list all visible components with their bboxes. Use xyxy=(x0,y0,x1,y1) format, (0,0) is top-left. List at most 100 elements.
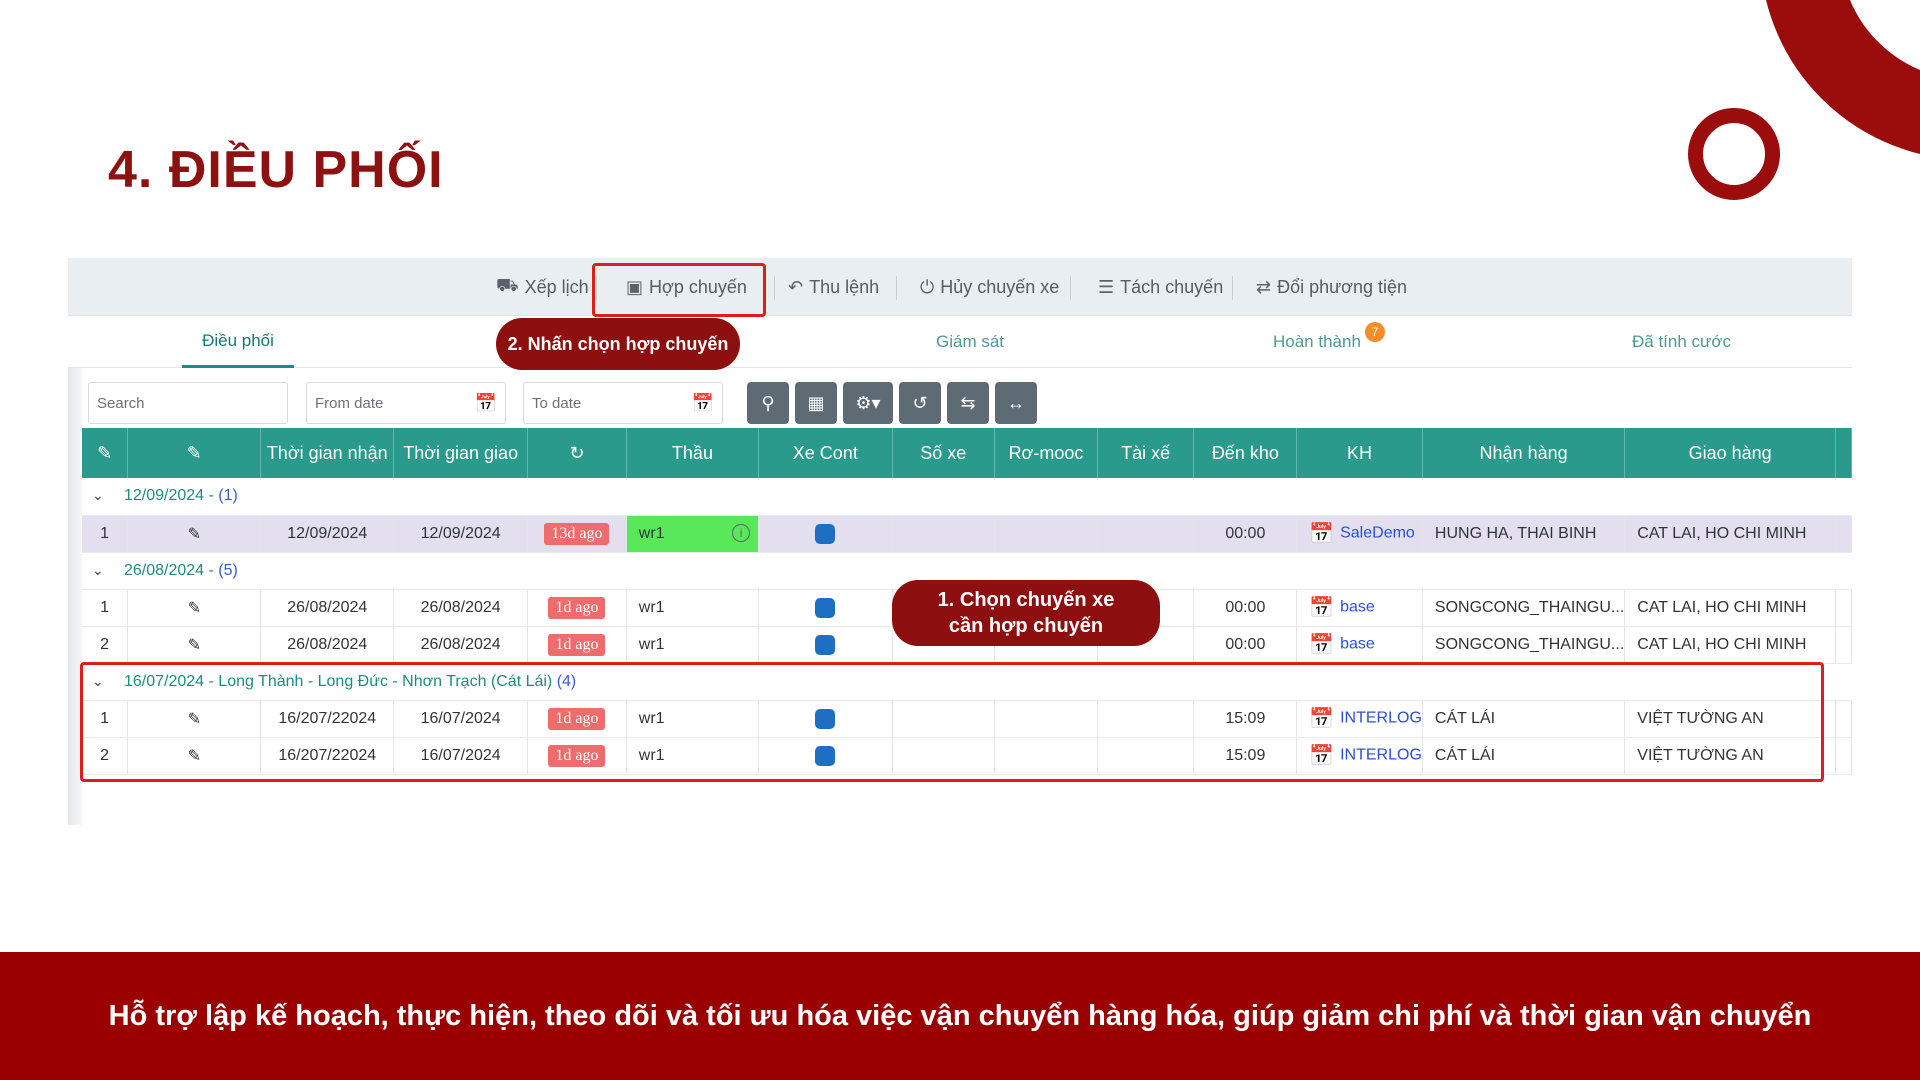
decorative-arc xyxy=(1760,0,1920,160)
undo-icon: ↺ xyxy=(912,392,928,413)
receive-time-link[interactable]: 12/09/2024 xyxy=(260,515,395,553)
edit-all-header[interactable]: ✎ xyxy=(82,428,129,478)
tab-da-tinh-cuoc[interactable]: Đã tính cước xyxy=(1632,316,1731,368)
selected-group-highlight xyxy=(80,662,1824,782)
cancel-trip-button[interactable]: ⏻ Hủy chuyến xe xyxy=(920,258,1059,316)
driver-cell[interactable] xyxy=(1097,515,1195,553)
trailer-cell[interactable] xyxy=(994,515,1098,553)
container-indicator xyxy=(815,523,836,544)
edit-row-button[interactable]: ✎ xyxy=(127,589,262,627)
to-date-input[interactable]: To date 📅 xyxy=(523,382,723,424)
customer-link[interactable]: base xyxy=(1340,599,1375,616)
group-label: 26/08/2024 - xyxy=(124,561,219,579)
edit-row-button[interactable]: ✎ xyxy=(127,515,262,553)
split-trip-button[interactable]: ☰ Tách chuyến xyxy=(1098,258,1223,316)
receive-time-link[interactable]: 26/08/2024 xyxy=(260,589,395,627)
column-header[interactable]: Giao hàng xyxy=(1624,428,1837,478)
contractor-cell[interactable]: wr1 i xyxy=(626,515,760,553)
collapse-button[interactable]: ↔ xyxy=(995,382,1037,424)
calendar-icon: 📅 xyxy=(474,392,497,413)
vehicle-no-cell[interactable] xyxy=(892,515,996,553)
search-icon: ⚲ xyxy=(761,392,775,413)
column-header[interactable]: Rơ-mooc xyxy=(994,428,1098,478)
undo-button[interactable]: ↺ xyxy=(899,382,941,424)
recall-order-label: Thu lệnh xyxy=(809,276,880,297)
contractor-cell[interactable]: wr1 xyxy=(626,589,760,627)
toolbar-divider xyxy=(774,276,775,300)
contractor-cell[interactable]: wr1 xyxy=(626,626,760,664)
delivery-time-link[interactable]: 26/08/2024 xyxy=(393,626,529,664)
car-icon: ⛟ xyxy=(496,275,519,295)
dropoff-cell: CAT LAI, HO CHI MINH xyxy=(1624,515,1837,553)
delivery-time-link[interactable]: 26/08/2024 xyxy=(393,589,529,627)
pickup-cell: SONGCONG_THAINGU... xyxy=(1422,626,1626,664)
column-header[interactable]: Đến kho xyxy=(1193,428,1298,478)
repeat-button[interactable]: ⇆ xyxy=(947,382,989,424)
search-button[interactable]: ⚲ xyxy=(747,382,789,424)
delivery-time-link[interactable]: 12/09/2024 xyxy=(393,515,529,553)
table-header-row: ✎ ✎ Thời gian nhận Thời gian giao ↻ Thầu… xyxy=(82,428,1852,478)
table-row[interactable]: 1 ✎ 12/09/2024 12/09/2024 13d ago wr1 i 0… xyxy=(82,515,1852,553)
settings-dropdown-icon: ⚙▾ xyxy=(855,392,881,413)
tab-bar: Điều phối Giám sát Hoàn thành 7 Đã tính … xyxy=(68,316,1852,368)
history-header[interactable]: ↻ xyxy=(527,428,627,478)
group-row[interactable]: ⌄ 12/09/2024 - (1) xyxy=(82,478,1852,516)
overflow-cell xyxy=(1835,589,1852,627)
customer-cell[interactable]: 📅 SaleDemo xyxy=(1296,515,1423,553)
column-header[interactable]: Thời gian nhận xyxy=(260,428,395,478)
edit-icon: ✎ xyxy=(187,636,201,654)
tab-dieu-phoi[interactable]: Điều phối xyxy=(182,316,294,368)
info-icon[interactable]: i xyxy=(732,523,751,542)
age-cell: 1d ago xyxy=(527,589,627,627)
calendar-button[interactable]: ▦ xyxy=(795,382,837,424)
chevron-down-icon[interactable]: ⌄ xyxy=(92,487,114,504)
tab-giam-sat[interactable]: Giám sát xyxy=(936,316,1004,368)
search-placeholder: Search xyxy=(97,394,145,412)
edit-header[interactable]: ✎ xyxy=(127,428,262,478)
change-vehicle-button[interactable]: ⇄ Đổi phương tiện xyxy=(1256,258,1407,316)
column-header[interactable]: Thời gian giao xyxy=(393,428,529,478)
edit-icon: ✎ xyxy=(97,442,113,463)
customer-cell[interactable]: 📅 base xyxy=(1296,626,1423,664)
row-number: 1 xyxy=(82,515,129,553)
recall-order-button[interactable]: ↶ Thu lệnh xyxy=(788,258,879,316)
settings-dropdown-button[interactable]: ⚙▾ xyxy=(843,382,893,424)
column-header[interactable]: Nhận hàng xyxy=(1422,428,1626,478)
column-header[interactable]: Số xe xyxy=(892,428,996,478)
edit-row-button[interactable]: ✎ xyxy=(127,626,262,664)
age-badge: 1d ago xyxy=(548,633,606,656)
container-cell[interactable] xyxy=(758,589,893,627)
toolbar-divider xyxy=(1070,276,1071,300)
dropoff-cell: CAT LAI, HO CHI MINH xyxy=(1624,626,1837,664)
dropoff-cell: CAT LAI, HO CHI MINH xyxy=(1624,589,1837,627)
step2-callout: 2. Nhấn chọn hợp chuyến xyxy=(496,318,740,370)
tab-label: Đã tính cước xyxy=(1632,332,1732,351)
step1-text-line2: cần hợp chuyến xyxy=(948,615,1104,637)
schedule-button[interactable]: ⛟ Xếp lịch xyxy=(496,258,589,316)
customer-link[interactable]: base xyxy=(1340,636,1375,653)
tab-label: Hoàn thành xyxy=(1273,332,1361,351)
overflow-cell xyxy=(1835,737,1852,775)
warehouse-time: 00:00 xyxy=(1193,589,1298,627)
group-count: (5) xyxy=(218,561,238,579)
receive-time-link[interactable]: 26/08/2024 xyxy=(260,626,395,664)
chevron-down-icon[interactable]: ⌄ xyxy=(92,562,114,579)
action-toolbar: ⛟ Xếp lịch ▣ Hợp chuyến ↶ Thu lệnh ⏻ Hủy… xyxy=(68,258,1852,316)
from-date-input[interactable]: From date 📅 xyxy=(306,382,506,424)
swap-icon: ⇄ xyxy=(1256,276,1272,297)
row-number: 1 xyxy=(82,589,129,627)
customer-link[interactable]: SaleDemo xyxy=(1340,525,1415,542)
customer-cell[interactable]: 📅 base xyxy=(1296,589,1423,627)
tab-hoan-thanh[interactable]: Hoàn thành 7 xyxy=(1273,316,1385,368)
column-header[interactable]: Thầu xyxy=(626,428,760,478)
column-header[interactable]: KH xyxy=(1296,428,1423,478)
column-header[interactable]: Xe Cont xyxy=(758,428,893,478)
footer-text: Hỗ trợ lập kế hoạch, thực hiện, theo dõi… xyxy=(108,999,1812,1032)
search-input[interactable]: Search xyxy=(88,382,288,424)
column-header[interactable]: Tài xế xyxy=(1097,428,1195,478)
calendar-icon: 📅 xyxy=(1309,634,1335,656)
container-cell[interactable] xyxy=(758,626,893,664)
toolbar-divider xyxy=(896,276,897,300)
container-cell[interactable] xyxy=(758,515,893,553)
warehouse-time: 00:00 xyxy=(1193,626,1298,664)
